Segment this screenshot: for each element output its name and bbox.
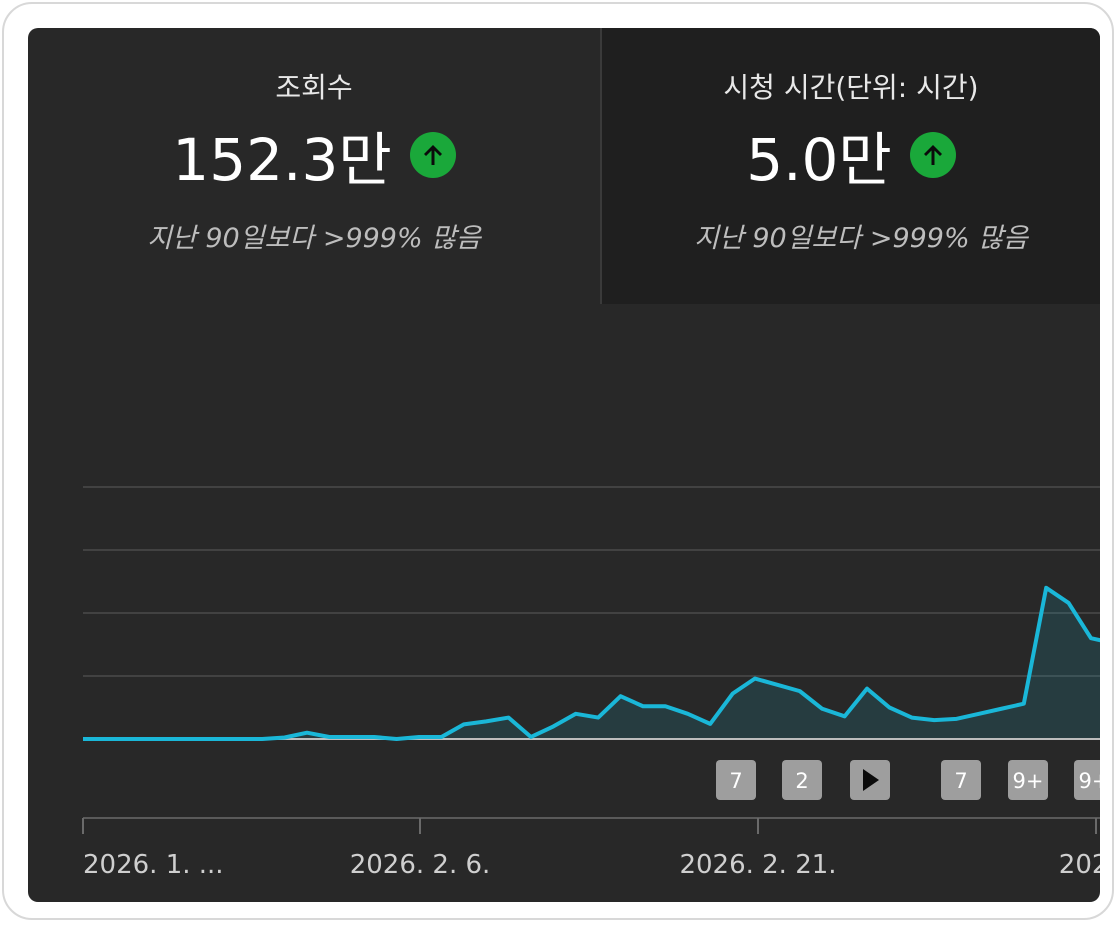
x-tick-label: 2026. 2. 21. xyxy=(679,850,836,880)
series-line xyxy=(83,585,1100,741)
event-marker-label: 7 xyxy=(954,769,967,793)
analytics-panel: 조회수 152.3만 지난 90일보다 >999% 많음 시청 시간(단위: 시… xyxy=(28,28,1100,902)
views-chart: 7 2 7 9+ 9+ 2026. 1. ... 2026. 2. 6. 2026. 2. 2… xyxy=(82,486,1100,880)
event-marker-label: 9+ xyxy=(1079,769,1100,793)
event-marker-label: 9+ xyxy=(1013,769,1044,793)
widget-frame: 조회수 152.3만 지난 90일보다 >999% 많음 시청 시간(단위: 시… xyxy=(2,2,1114,920)
event-marker-label: 7 xyxy=(729,769,742,793)
event-marker-label: 2 xyxy=(795,769,808,793)
x-tick-label: 2026. 1. ... xyxy=(83,850,224,880)
x-tick-label: 2026. xyxy=(1059,850,1100,880)
x-tick-label: 2026. 2. 6. xyxy=(350,850,491,880)
